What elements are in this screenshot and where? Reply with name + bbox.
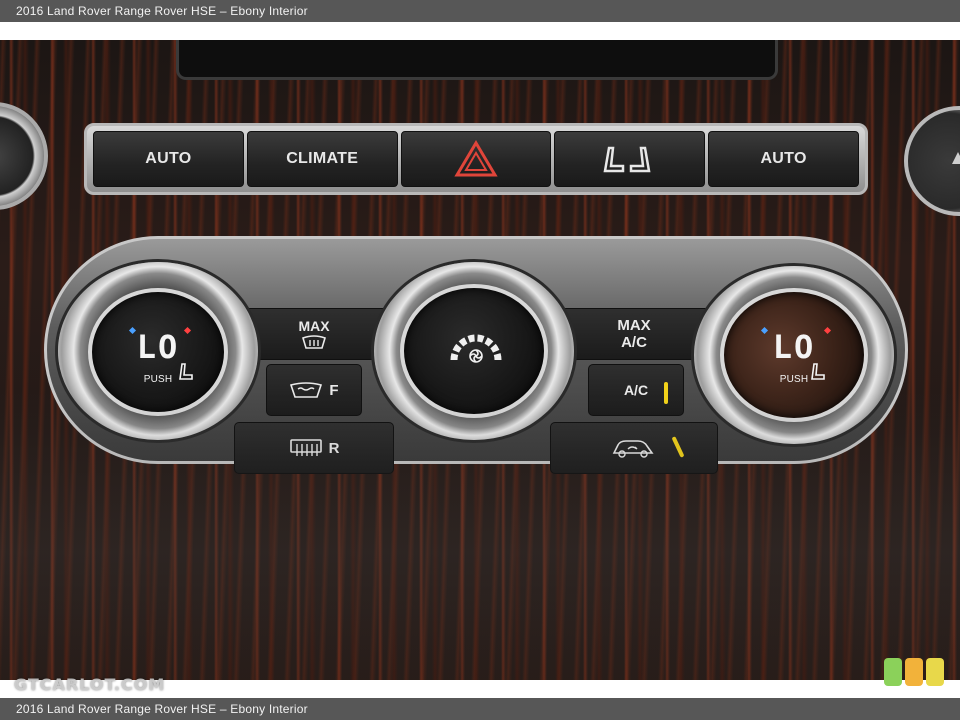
seat-icon — [179, 363, 193, 380]
site-watermark: GTCARLOT.COM — [14, 675, 166, 694]
badge-orange — [905, 658, 923, 686]
hazard-button[interactable] — [400, 131, 552, 187]
windshield-defrost-icon — [302, 335, 326, 349]
seat-heat-button[interactable] — [554, 131, 706, 187]
left-push-label: PUSH — [143, 374, 173, 385]
eject-icon — [952, 152, 960, 164]
interior-photo: AUTO CLIMATE AUTO MAX F R MAX A/C A/C LO… — [0, 40, 960, 680]
front-defrost-label: F — [329, 381, 339, 399]
max-ac-line2: A/C — [621, 334, 647, 351]
left-temp-display: LO PUSH — [88, 288, 228, 416]
auto-left-button[interactable]: AUTO — [93, 131, 244, 187]
climate-button[interactable]: CLIMATE — [246, 131, 398, 187]
badge-yellow — [926, 658, 944, 686]
max-defrost-label: MAX — [298, 318, 330, 334]
right-temp-value: LO — [772, 328, 816, 366]
rear-defrost-icon — [289, 439, 322, 456]
ac-button[interactable]: A/C — [588, 364, 684, 416]
max-defrost-button[interactable]: MAX — [234, 308, 394, 360]
left-temp-value: LO — [136, 328, 180, 366]
auto-right-button[interactable]: AUTO — [708, 131, 859, 187]
max-ac-line1: MAX — [617, 317, 651, 334]
front-defrost-button[interactable]: F — [266, 364, 362, 416]
seat-icon — [811, 363, 825, 380]
climate-control-panel: MAX F R MAX A/C A/C LO PUSH LO PUSH — [44, 236, 908, 474]
left-knob — [0, 102, 48, 210]
fan-speed-dial[interactable] — [374, 262, 574, 440]
ac-indicator — [664, 382, 668, 404]
photo-caption-top: 2016 Land Rover Range Rover HSE – Ebony … — [0, 0, 960, 22]
recirculation-icon — [612, 440, 654, 458]
fan-speed-icon — [450, 334, 502, 363]
right-temperature-dial[interactable]: LO PUSH — [694, 266, 894, 444]
right-knob — [904, 106, 960, 216]
left-temperature-dial[interactable]: LO PUSH — [58, 262, 258, 440]
badge-green — [884, 658, 902, 686]
rear-defrost-label: R — [328, 439, 340, 457]
hazard-triangle-icon — [454, 140, 498, 177]
recirculation-button[interactable] — [550, 422, 718, 474]
max-ac-button[interactable]: MAX A/C — [550, 308, 718, 360]
fan-display — [400, 284, 548, 418]
front-defrost-icon — [290, 382, 323, 398]
right-push-label: PUSH — [779, 374, 809, 385]
rear-defrost-button[interactable]: R — [234, 422, 394, 474]
ac-label: A/C — [623, 382, 649, 398]
photo-caption-bottom: 2016 Land Rover Range Rover HSE – Ebony … — [0, 698, 960, 720]
color-badge — [884, 658, 944, 686]
cd-slot — [176, 40, 778, 80]
seat-heat-icon — [603, 146, 651, 173]
right-temp-display: LO PUSH — [720, 288, 868, 422]
climate-button-strip: AUTO CLIMATE AUTO — [84, 123, 868, 195]
